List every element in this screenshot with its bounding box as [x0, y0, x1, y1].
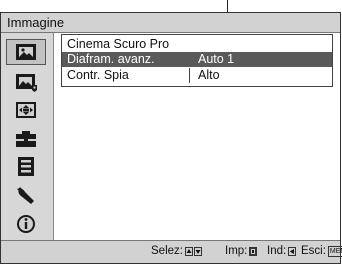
- menu-row-diafram-avanz[interactable]: Diafram. avanz. Auto 1: [62, 52, 332, 67]
- tab-function[interactable]: [6, 153, 46, 179]
- information-icon: [17, 215, 35, 233]
- tab-picture[interactable]: [6, 39, 46, 65]
- menu-row-value[interactable]: Alto: [198, 68, 220, 82]
- tab-setup[interactable]: [6, 126, 46, 152]
- left-arrow-key-icon: [288, 246, 297, 256]
- function-icon: [18, 157, 34, 176]
- menu-row-value[interactable]: Auto 1: [198, 52, 234, 66]
- title-bar: Immagine: [1, 13, 340, 33]
- enter-key-icon: [249, 246, 258, 256]
- menu-row-label: Diafram. avanz.: [67, 52, 155, 66]
- picture-icon: [16, 44, 36, 60]
- menu-row-contr-spia[interactable]: Contr. Spia Alto: [62, 68, 332, 83]
- down-arrow-key-icon: [193, 246, 202, 256]
- select-hint-label: Selez:: [151, 245, 183, 257]
- picture-advanced-icon: [16, 74, 37, 92]
- menu-key-icon: MENU: [327, 245, 342, 257]
- enter-hint-label: Imp:: [225, 245, 248, 257]
- tab-screen[interactable]: [6, 97, 46, 123]
- panel-header-row: Cinema Scuro Pro: [62, 37, 332, 52]
- setup-icon: [16, 131, 36, 147]
- tab-information[interactable]: [6, 211, 46, 237]
- menu-sidebar: [1, 33, 54, 242]
- exit-hint: Esci: MENU: [301, 245, 342, 257]
- back-hint: Ind:: [267, 245, 297, 257]
- key-hint-bar: Selez: Imp: Ind: Esci: MENU: [1, 240, 342, 263]
- wrench-icon: [17, 187, 34, 204]
- menu-row-label: Contr. Spia: [67, 68, 129, 82]
- exit-hint-label: Esci:: [301, 245, 326, 257]
- panel-header: Cinema Scuro Pro: [67, 37, 170, 51]
- select-hint: Selez:: [151, 245, 202, 257]
- enter-hint: Imp:: [225, 245, 258, 257]
- back-hint-label: Ind:: [267, 245, 287, 257]
- screen-icon: [16, 102, 36, 118]
- tab-installation[interactable]: [6, 182, 46, 208]
- tab-picture-advanced[interactable]: [6, 69, 46, 95]
- up-arrow-key-icon: [184, 246, 193, 256]
- menu-title: Immagine: [7, 15, 65, 30]
- settings-panel: Cinema Scuro Pro Diafram. avanz. Auto 1 …: [61, 34, 333, 87]
- osd-menu-window: Immagine Cinema Scuro Pro Diafram. avanz…: [0, 12, 342, 264]
